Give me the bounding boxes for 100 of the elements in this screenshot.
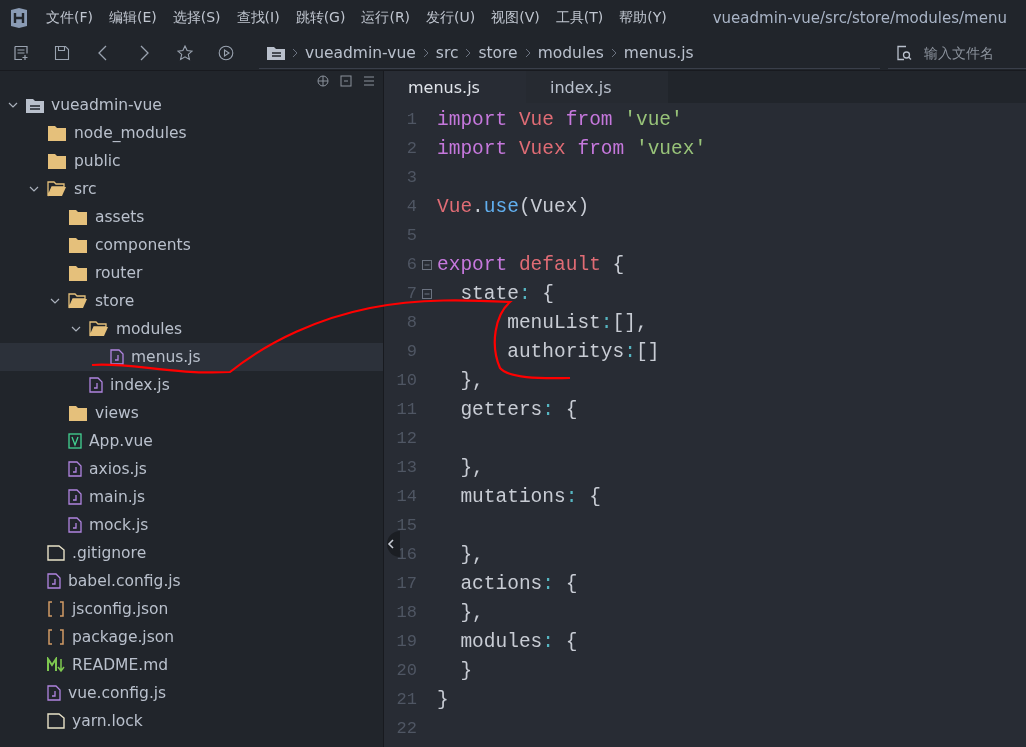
tree-item[interactable]: App.vue [0,427,383,455]
folder-icon [68,405,88,421]
tree-item[interactable]: mock.js [0,511,383,539]
fold-icon[interactable] [422,288,432,299]
tree-item-label: node_modules [74,124,187,142]
tree-item[interactable]: main.js [0,483,383,511]
code-line: }, [459,601,484,624]
vue-file-icon [68,433,82,449]
tree-item[interactable]: index.js [0,371,383,399]
tree-item[interactable]: package.json [0,623,383,651]
tree-item-label: yarn.lock [72,712,143,730]
chevron-down-icon[interactable] [50,296,60,306]
breadcrumb-item[interactable]: src [435,43,459,62]
chevron-down-icon[interactable] [29,184,39,194]
menu-item[interactable]: 选择(S) [172,9,221,27]
code-line: actions: { [459,572,578,595]
menu-item[interactable]: 文件(F) [46,9,93,27]
code-line: } [437,688,449,711]
run-icon[interactable] [218,45,234,61]
editor-tab[interactable]: index.js [526,71,668,103]
js-file-icon [68,489,82,505]
tree-item[interactable]: public [0,147,383,175]
locate-icon[interactable] [317,75,329,87]
tree-item[interactable]: vue.config.js [0,679,383,707]
tree-item[interactable]: modules [0,315,383,343]
tree-item[interactable]: README.md [0,651,383,679]
tree-item-label: README.md [72,656,169,674]
tree-item[interactable]: components [0,231,383,259]
open-folder-icon [89,321,109,337]
code-line: state: { [459,282,555,305]
code-line: }, [459,543,484,566]
chevron-icon [292,47,298,58]
tree-item-label: App.vue [89,432,153,450]
folder-icon [267,45,285,60]
tree-item[interactable]: jsconfig.json [0,595,383,623]
folder-icon [68,265,88,281]
code-line: }, [459,456,484,479]
code-line: modules: { [459,630,578,653]
breadcrumb-item[interactable]: store [478,43,518,62]
code-line: mutations: { [459,485,601,508]
brackets-icon [47,629,65,645]
chevron-icon [524,47,531,58]
menu-item[interactable]: 工具(T) [555,9,604,27]
window-title: vueadmin-vue/src/store/modules/menu [712,9,1007,27]
chevron-icon [610,47,617,58]
breadcrumb-item[interactable]: vueadmin-vue [305,43,416,62]
menu-item[interactable]: 发行(U) [426,9,476,27]
new-file-icon[interactable] [13,45,29,61]
tree-item[interactable]: views [0,399,383,427]
tree-item[interactable]: .gitignore [0,539,383,567]
tree-item[interactable]: vueadmin-vue [0,91,383,119]
tree-item[interactable]: store [0,287,383,315]
js-file-icon [68,517,82,533]
open-folder-icon [47,181,67,197]
menu-item[interactable]: 运行(R) [361,9,411,27]
menu-item[interactable]: 查找(I) [236,9,280,27]
file-icon [47,545,65,561]
file-icon [47,713,65,729]
tree-item[interactable]: babel.config.js [0,567,383,595]
tree-item-label: axios.js [89,460,147,478]
chevron-icon [465,47,472,58]
markdown-icon [47,657,65,673]
collapse-all-icon[interactable] [340,75,352,87]
file-search-field[interactable]: 输入文件名 [922,43,1026,62]
code-line: } [459,659,473,682]
editor-tab[interactable]: menus.js [384,71,526,103]
tree-item-label: components [95,236,191,254]
breadcrumb-item[interactable]: modules [537,43,604,62]
menu-item[interactable]: 编辑(E) [109,9,157,27]
fold-icon[interactable] [422,259,432,270]
tree-item-label: mock.js [89,516,149,534]
tree-item[interactable]: yarn.lock [0,707,383,735]
chevron-icon [422,47,429,58]
open-folder-icon [68,293,88,309]
tree-item[interactable]: router [0,259,383,287]
tree-item[interactable]: src [0,175,383,203]
folder-icon [47,153,67,169]
tree-item[interactable]: axios.js [0,455,383,483]
menu-item[interactable]: 帮助(Y) [619,9,667,27]
js-file-icon [110,349,124,365]
tree-item-label: index.js [110,376,170,394]
chevron-down-icon[interactable] [8,100,18,110]
tree-item[interactable]: menus.js [0,343,383,371]
chevron-down-icon[interactable] [71,324,81,334]
folder-icon [47,125,67,141]
js-file-icon [47,685,61,701]
tree-item-label: views [95,404,139,422]
save-icon[interactable] [54,45,70,61]
code-line: menuList:[], [506,311,648,334]
js-file-icon [68,461,82,477]
tree-item-label: vue.config.js [68,684,167,702]
star-icon[interactable] [177,45,193,61]
code-line: import Vue from 'vue' [437,108,683,131]
menu-item[interactable]: 跳转(G) [295,9,346,27]
tree-item-label: .gitignore [72,544,147,562]
tree-item-label: babel.config.js [68,572,181,590]
tree-item[interactable]: assets [0,203,383,231]
breadcrumb-item[interactable]: menus.js [623,43,694,62]
menu-item[interactable]: 视图(V) [491,9,540,27]
tree-item[interactable]: node_modules [0,119,383,147]
